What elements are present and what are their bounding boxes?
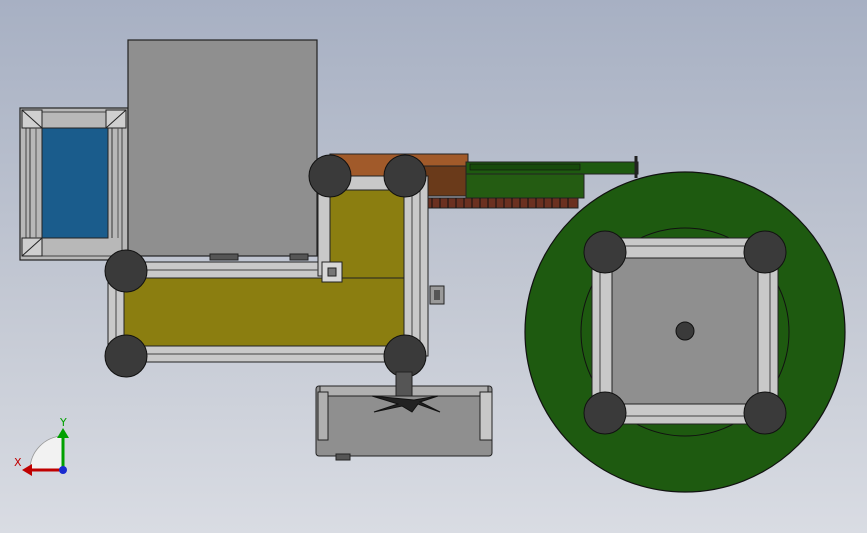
axis-y-label: Y — [59, 416, 67, 429]
cad-viewport[interactable]: Y X — [0, 0, 867, 533]
gray-enclosure-box[interactable] — [127, 39, 318, 261]
rotary-table[interactable] — [524, 171, 846, 493]
model-canvas[interactable]: Y X — [0, 0, 867, 533]
axis-x-label: X — [14, 456, 22, 469]
coordinate-triad-icon: Y X — [14, 416, 69, 476]
blue-frame-module[interactable] — [19, 107, 129, 261]
projector-box[interactable] — [315, 371, 493, 461]
